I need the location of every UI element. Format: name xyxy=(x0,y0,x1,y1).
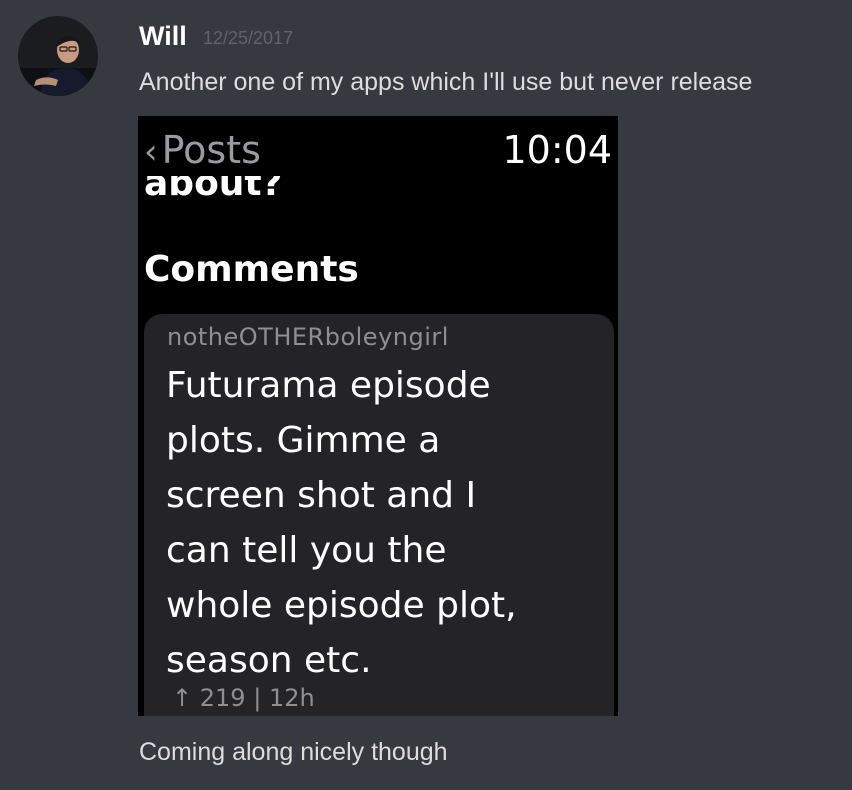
comment-line: can tell you the xyxy=(166,530,447,571)
comment-line: Futurama episode xyxy=(166,365,491,406)
watch-back-label: Posts xyxy=(161,128,261,172)
comment-age: 12h xyxy=(268,684,315,712)
chevron-left-icon: ‹ xyxy=(144,132,158,172)
watch-time: 10:04 xyxy=(502,128,612,172)
watch-section-heading: Comments xyxy=(144,249,359,290)
message-author[interactable]: Will xyxy=(139,18,187,54)
comment-line: plots. Gimme a xyxy=(166,420,441,461)
upvote-arrow-icon: ↑ xyxy=(172,684,193,712)
comment-line: screen shot and I xyxy=(166,475,477,516)
avatar-photo-icon xyxy=(18,16,98,96)
chat-message: Will 12/25/2017 Another one of my apps w… xyxy=(0,0,852,790)
image-attachment[interactable]: ‹ Posts 10:04 about? Comments notheOTHERb… xyxy=(138,116,618,716)
watch-partial-title-text: about? xyxy=(144,176,283,204)
comment-line: season etc. xyxy=(166,640,372,681)
message-text-1: Another one of my apps which I'll use bu… xyxy=(139,68,753,96)
user-avatar[interactable] xyxy=(18,16,98,96)
comment-card: notheOTHERboleyngirl Futurama episode pl… xyxy=(144,314,614,716)
comment-body: Futurama episode plots. Gimme a screen s… xyxy=(166,358,606,688)
comment-author: notheOTHERboleyngirl xyxy=(167,323,449,351)
message-timestamp: 12/25/2017 xyxy=(203,28,294,48)
comment-score: 219 xyxy=(199,684,246,712)
watch-partial-title: about? xyxy=(144,176,444,204)
watch-back-button: ‹ Posts xyxy=(144,126,261,176)
comment-meta: ↑ 219 | 12h xyxy=(172,682,315,714)
comment-line: whole episode plot, xyxy=(166,585,517,626)
meta-separator: | xyxy=(253,684,262,712)
message-text-2: Coming along nicely though xyxy=(139,738,448,766)
